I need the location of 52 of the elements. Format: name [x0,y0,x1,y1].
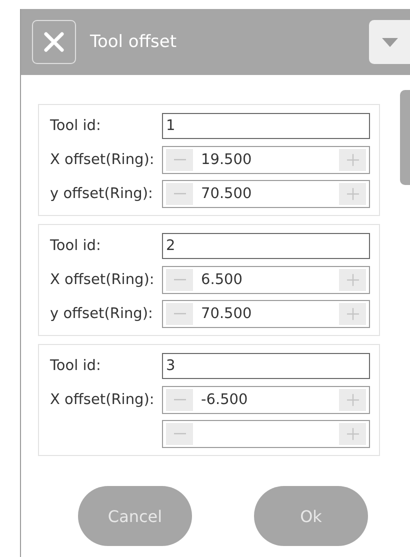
tool-id-field[interactable]: 2 [162,233,370,259]
field-label: X offset(Ring): [50,392,156,408]
dialog-title: Tool offset [90,32,178,52]
minus-icon [174,193,186,195]
minus-icon [174,159,186,161]
increment-button[interactable] [339,303,366,325]
offset-value: -6.500 [200,392,249,408]
increment-button[interactable] [339,183,366,205]
tool-id-field[interactable]: 1 [162,113,370,139]
field-label: y offset(Ring): [50,186,154,202]
field-label: X offset(Ring): [50,272,156,288]
decrement-button[interactable] [166,389,193,411]
minus-icon [174,279,186,281]
decrement-button[interactable] [166,303,193,325]
tool-id-field[interactable]: 3 [162,353,370,379]
field-label: Tool id: [50,358,102,374]
decrement-button[interactable] [166,183,193,205]
increment-button[interactable] [339,423,366,445]
plus-icon [346,274,358,286]
close-button[interactable] [32,20,76,64]
field-label: Tool id: [50,118,102,134]
offset-value: 70.500 [200,306,253,322]
decrement-button[interactable] [166,423,193,445]
dropdown-button[interactable] [369,20,410,64]
increment-button[interactable] [339,389,366,411]
caret-icon [382,38,398,46]
decrement-button[interactable] [166,269,193,291]
offset-value: 19.500 [200,152,253,168]
minus-icon [174,399,186,401]
increment-button[interactable] [339,149,366,171]
offset-spinbox[interactable] [162,420,370,448]
field-label: Tool id: [50,238,102,254]
scrollbar-thumb[interactable] [400,90,410,185]
field-label: X offset(Ring): [50,152,156,168]
offset-spinbox[interactable]: -6.500 [162,386,370,414]
minus-icon [174,433,186,435]
field-label: y offset(Ring): [50,306,154,322]
plus-icon [346,154,358,166]
plus-icon [346,428,358,440]
decrement-button[interactable] [166,149,193,171]
plus-icon [346,188,358,200]
close-icon [44,32,64,52]
offset-spinbox[interactable]: 6.500 [162,266,370,294]
offset-spinbox[interactable]: 70.500 [162,180,370,208]
plus-icon [346,308,358,320]
minus-icon [174,313,186,315]
offset-value: 70.500 [200,186,253,202]
plus-icon [346,394,358,406]
offset-spinbox[interactable]: 70.500 [162,300,370,328]
offset-spinbox[interactable]: 19.500 [162,146,370,174]
offset-value: 6.500 [200,272,244,288]
increment-button[interactable] [339,269,366,291]
